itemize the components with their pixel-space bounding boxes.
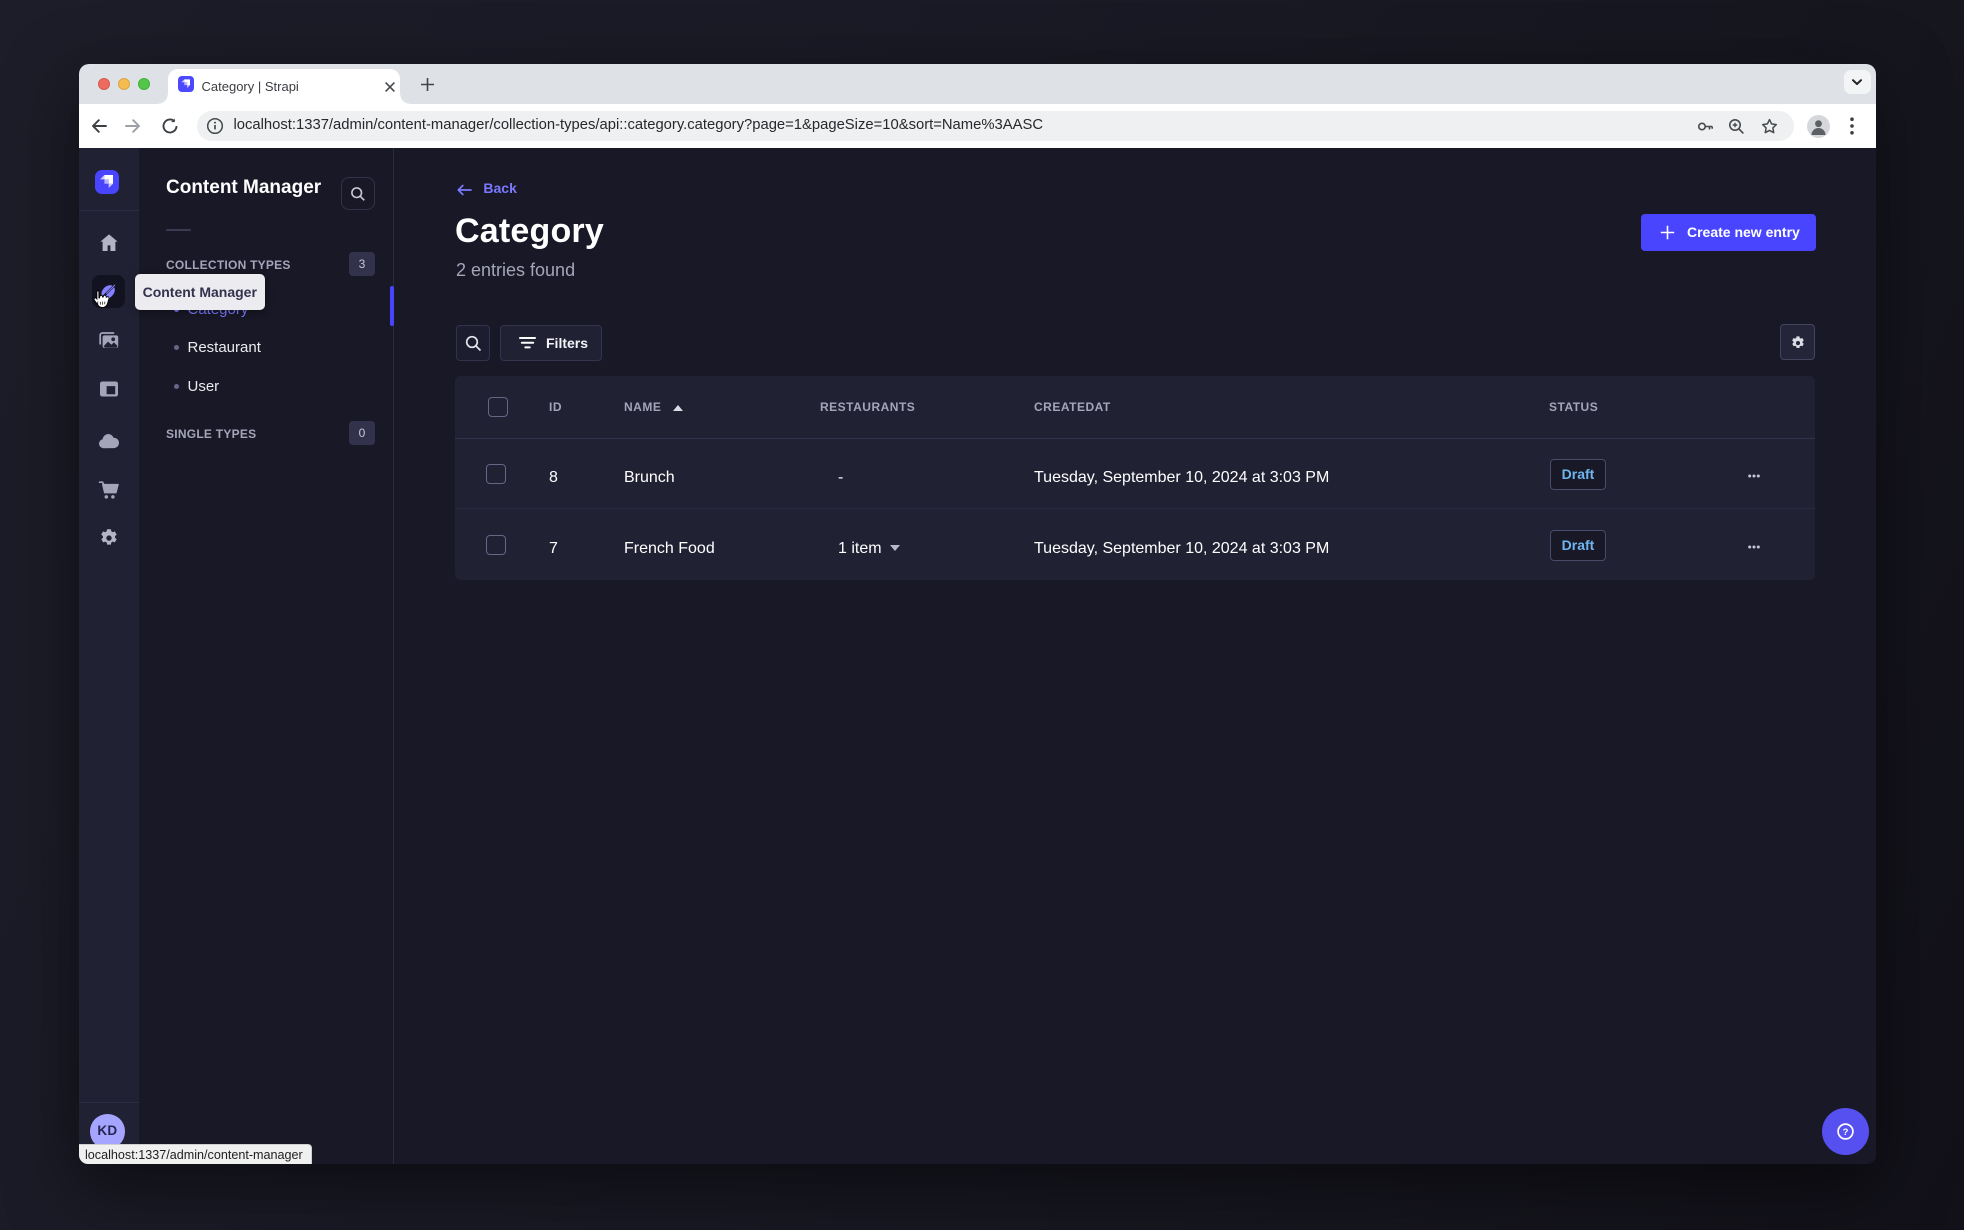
svg-text:?: ? (1843, 1127, 1849, 1138)
